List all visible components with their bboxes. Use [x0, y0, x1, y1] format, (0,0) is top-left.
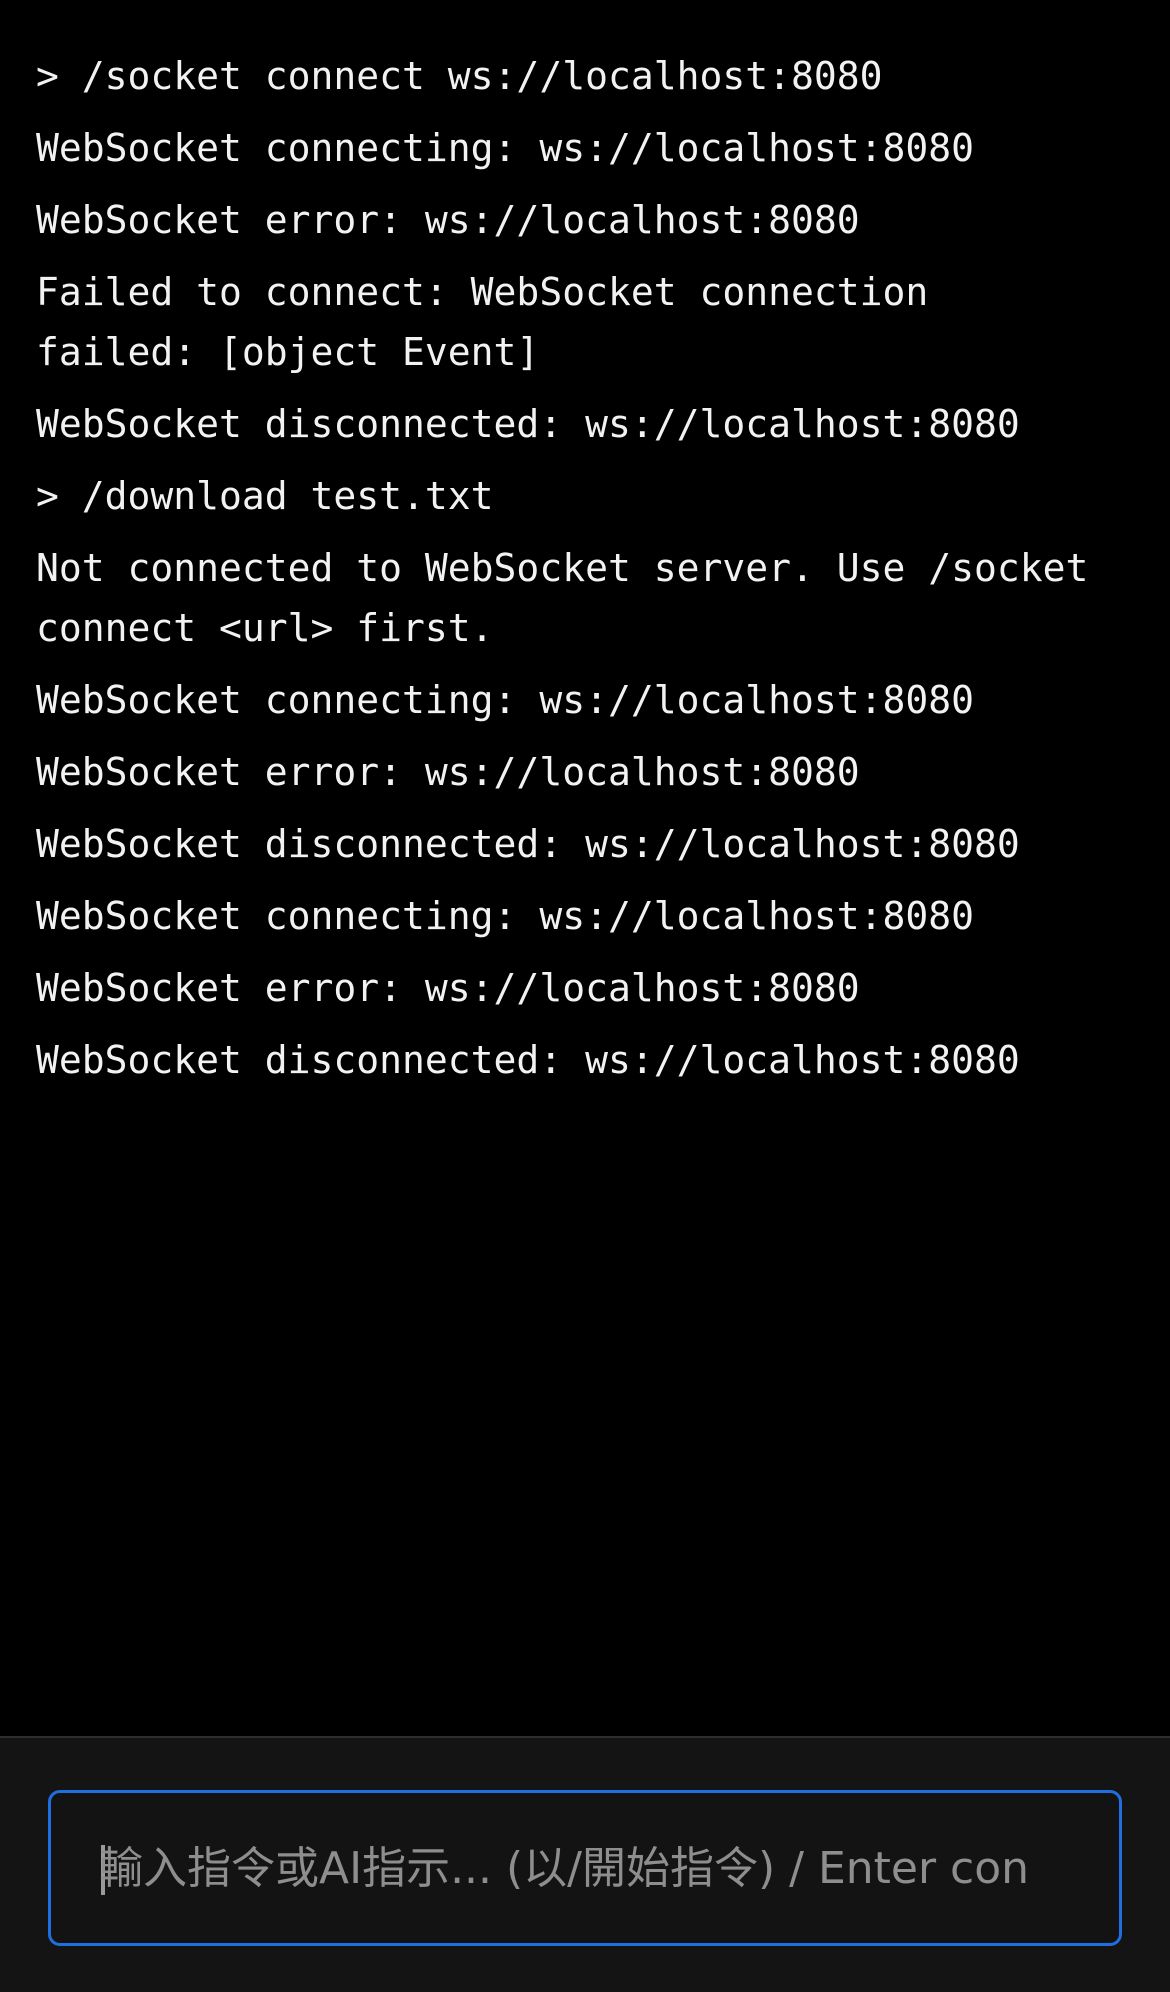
command-input-box[interactable] — [48, 1790, 1122, 1946]
terminal-line: Failed to connect: WebSocket connection … — [36, 270, 929, 374]
terminal-line: WebSocket error: ws://localhost:8080 — [36, 198, 860, 242]
terminal-line: > /download test.txt — [36, 474, 494, 518]
terminal-line: WebSocket connecting: ws://localhost:808… — [36, 894, 974, 938]
command-input-bar — [0, 1736, 1170, 1992]
terminal-line: WebSocket connecting: ws://localhost:808… — [36, 126, 974, 170]
terminal-line: WebSocket disconnected: ws://localhost:8… — [36, 822, 1020, 866]
terminal-line: Not connected to WebSocket server. Use /… — [36, 546, 1089, 650]
terminal-output: > /socket connect ws://localhost:8080 We… — [0, 0, 1170, 1736]
command-input[interactable] — [99, 1793, 1121, 1943]
terminal-line: WebSocket disconnected: ws://localhost:8… — [36, 1038, 1020, 1082]
terminal-line: WebSocket error: ws://localhost:8080 — [36, 750, 860, 794]
terminal-line: WebSocket error: ws://localhost:8080 — [36, 966, 860, 1010]
terminal-line: WebSocket disconnected: ws://localhost:8… — [36, 402, 1020, 446]
terminal-line: WebSocket connecting: ws://localhost:808… — [36, 678, 974, 722]
terminal-line: > /socket connect ws://localhost:8080 — [36, 54, 883, 98]
